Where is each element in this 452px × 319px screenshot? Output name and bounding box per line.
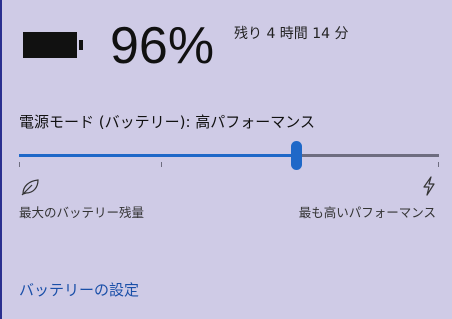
lightning-bolt-icon	[423, 176, 435, 196]
battery-flyout: 96% 残り 4 時間 14 分 電源モード (バッテリー): 高パフォーマンス…	[0, 0, 452, 319]
battery-icon	[23, 32, 83, 58]
slider-tick	[19, 162, 20, 167]
slider-tick	[161, 162, 162, 167]
leaf-icon	[21, 179, 39, 196]
slider-thumb[interactable]	[291, 141, 302, 170]
battery-settings-link[interactable]: バッテリーの設定	[19, 279, 139, 300]
battery-tip	[79, 40, 83, 50]
time-remaining: 残り 4 時間 14 分	[234, 26, 349, 42]
battery-percent: 96%	[110, 17, 215, 75]
battery-body	[23, 32, 77, 58]
power-mode-slider[interactable]	[19, 141, 439, 171]
slider-track-fill	[19, 154, 296, 157]
slider-tick	[438, 162, 439, 167]
power-mode-label: 電源モード (バッテリー): 高パフォーマンス	[19, 113, 315, 131]
max-battery-label: 最大のバッテリー残量	[19, 205, 145, 220]
best-performance-label: 最も高いパフォーマンス	[298, 205, 436, 220]
slider-track-rest	[296, 154, 439, 157]
